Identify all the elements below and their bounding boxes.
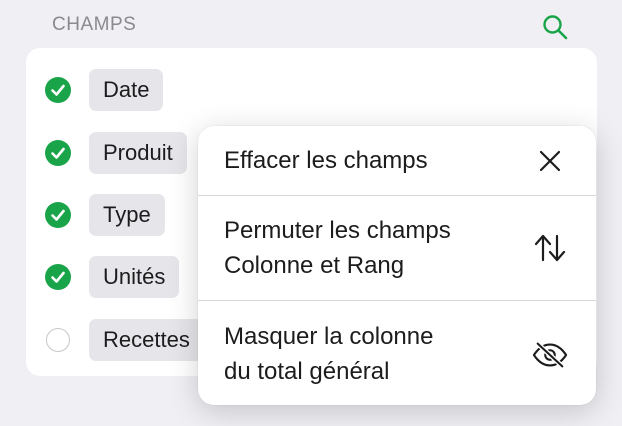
field-checkbox[interactable] bbox=[44, 326, 72, 354]
field-checkbox[interactable] bbox=[44, 263, 72, 291]
menu-item-label: Masquer la colonne du total général bbox=[224, 323, 434, 385]
eye-slash-icon bbox=[532, 337, 568, 373]
field-row-recettes: Recettes bbox=[44, 318, 204, 362]
swap-arrows-icon bbox=[532, 230, 568, 266]
search-button[interactable] bbox=[539, 11, 571, 43]
menu-item-label: Permuter les champs Colonne et Rang bbox=[224, 217, 451, 279]
menu-item-label: Effacer les champs bbox=[224, 147, 428, 174]
field-chip[interactable]: Produit bbox=[89, 132, 187, 174]
field-chip[interactable]: Type bbox=[89, 194, 165, 236]
field-row-produit: Produit bbox=[44, 131, 187, 175]
field-row-date: Date bbox=[44, 68, 164, 112]
menu-item-clear-fields[interactable]: Effacer les champs bbox=[198, 126, 596, 195]
checkmark-circle-icon bbox=[45, 264, 71, 290]
empty-circle-icon bbox=[46, 328, 70, 352]
field-chip[interactable]: Unités bbox=[89, 256, 180, 298]
field-checkbox[interactable] bbox=[44, 201, 72, 229]
header-title: CHAMPS bbox=[52, 14, 137, 35]
menu-item-hide-total-column[interactable]: Masquer la colonne du total général bbox=[198, 301, 596, 405]
checkmark-circle-icon bbox=[45, 202, 71, 228]
search-icon bbox=[543, 15, 568, 40]
field-checkbox[interactable] bbox=[44, 139, 72, 167]
field-chip[interactable]: Date bbox=[89, 69, 164, 111]
field-row-unites: Unités bbox=[44, 255, 180, 299]
close-icon bbox=[532, 143, 568, 179]
checkmark-circle-icon bbox=[45, 140, 71, 166]
context-menu: Effacer les champs Permuter les champs C… bbox=[198, 126, 596, 405]
menu-item-swap-fields[interactable]: Permuter les champs Colonne et Rang bbox=[198, 196, 596, 300]
field-chip[interactable]: Recettes bbox=[89, 319, 204, 361]
field-row-type: Type bbox=[44, 193, 165, 237]
field-checkbox[interactable] bbox=[44, 76, 72, 104]
checkmark-circle-icon bbox=[45, 77, 71, 103]
